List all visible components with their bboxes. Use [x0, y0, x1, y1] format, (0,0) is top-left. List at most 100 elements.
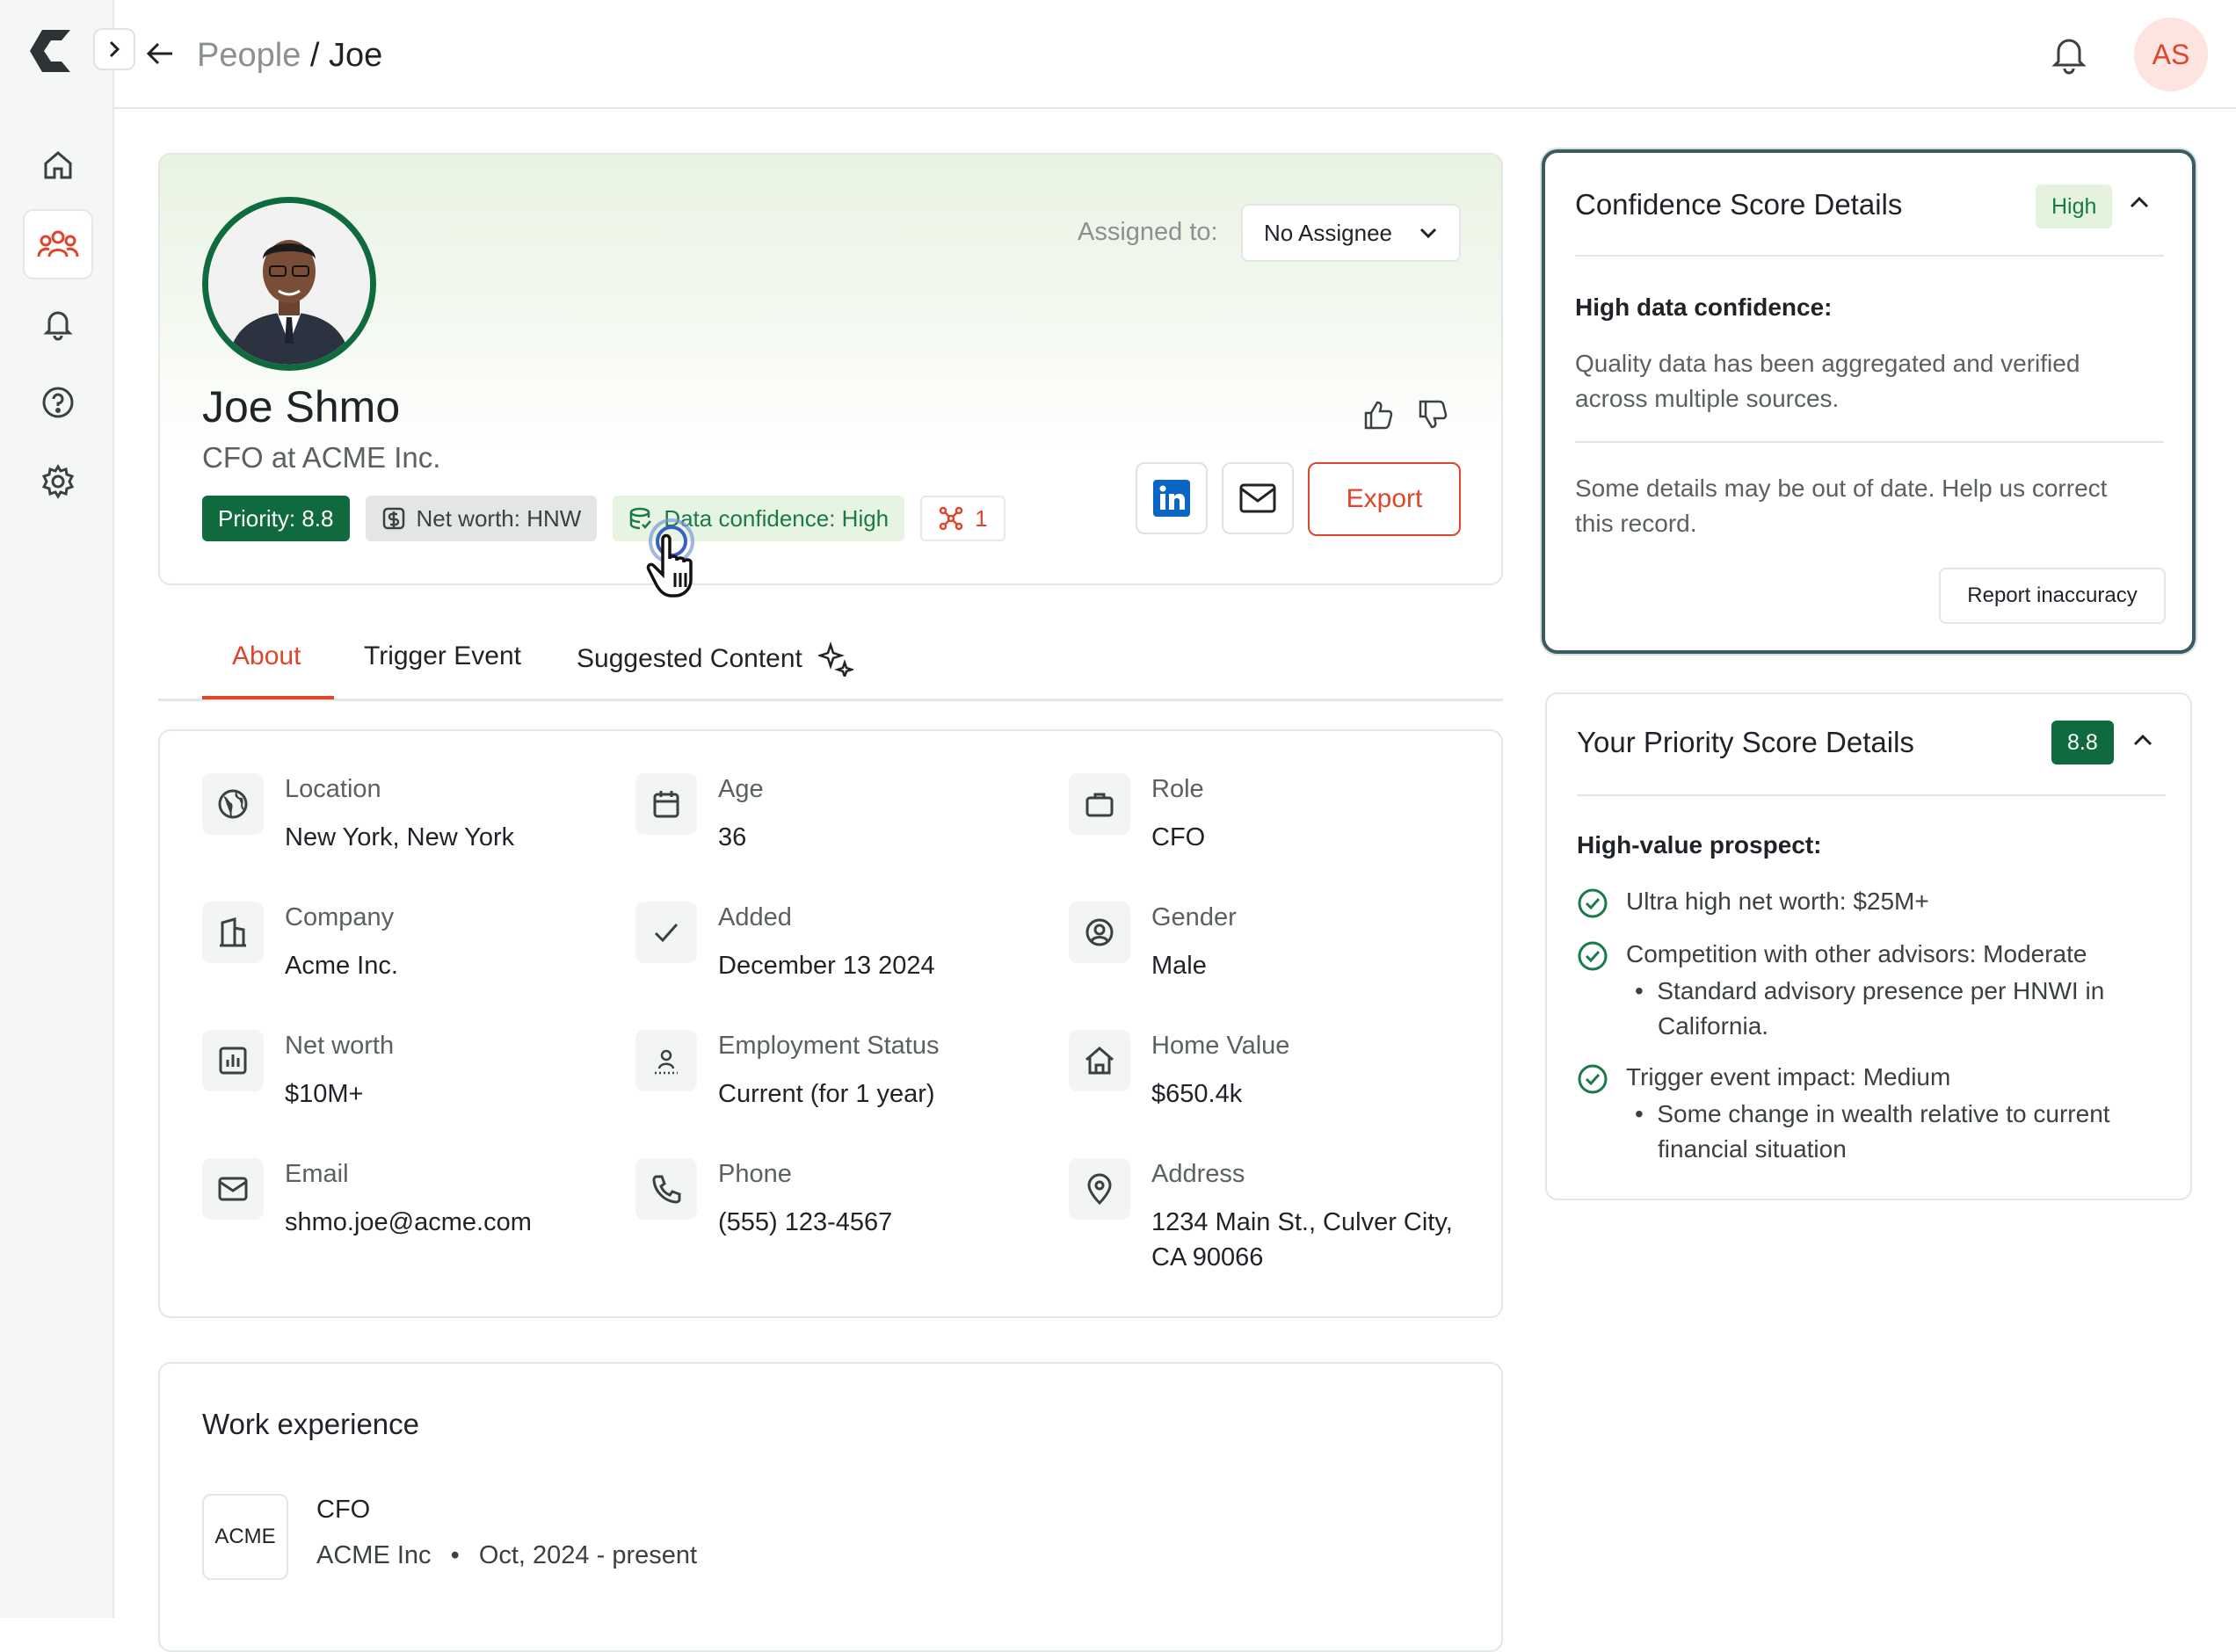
- assignee-value: No Assignee: [1264, 219, 1392, 246]
- assignee-dropdown[interactable]: No Assignee: [1241, 204, 1461, 262]
- field-label: Company: [285, 903, 395, 931]
- email-button[interactable]: [1222, 462, 1294, 534]
- connections-badge[interactable]: 1: [920, 496, 1005, 541]
- field-label: Location: [285, 775, 381, 803]
- thumbs-up-icon[interactable]: [1362, 399, 1394, 431]
- divider: [1577, 794, 2166, 796]
- field-company: Company Acme Inc.: [202, 902, 398, 983]
- company-logo: ACME: [202, 1494, 288, 1580]
- person-icon: [635, 1030, 697, 1091]
- chevron-up-icon[interactable]: [2129, 195, 2150, 209]
- globe-icon: [202, 773, 264, 835]
- breadcrumb: People / Joe: [197, 37, 382, 75]
- nav-home-icon[interactable]: [23, 130, 93, 200]
- connections-badge-count: 1: [975, 504, 988, 532]
- building-icon: [202, 902, 264, 963]
- confidence-text: Quality data has been aggregated and ver…: [1575, 346, 2080, 417]
- profile-badges: Priority: 8.8 Net worth: HNW Data confid…: [202, 496, 1005, 541]
- nav-people-icon[interactable]: [23, 209, 93, 279]
- field-label: Role: [1151, 775, 1204, 803]
- field-value[interactable]: shmo.joe@acme.com: [285, 1205, 532, 1240]
- confidence-pill: High: [2036, 185, 2113, 228]
- home-icon: [1069, 1030, 1130, 1091]
- work-experience-card: Work experience ACME CFO ACME Inc • Oct,…: [158, 1362, 1503, 1652]
- thumbs-down-icon[interactable]: [1417, 399, 1448, 431]
- field-label: Phone: [718, 1160, 792, 1188]
- net-worth-badge[interactable]: Net worth: HNW: [365, 496, 598, 541]
- priority-sub-text: Some change in wealth relative to curren…: [1657, 1100, 2110, 1127]
- top-header: People / Joe AS: [114, 0, 2236, 109]
- linkedin-icon: [1153, 480, 1190, 517]
- priority-sub-text: financial situation: [1658, 1135, 1847, 1163]
- profile-name: Joe Shmo: [202, 382, 401, 431]
- field-employment-status: Employment Status Current (for 1 year): [635, 1030, 939, 1112]
- network-icon: [939, 506, 963, 531]
- field-age: Age 36: [635, 773, 764, 855]
- field-label: Added: [718, 903, 792, 931]
- app-logo[interactable]: [26, 28, 76, 74]
- address-line-2: CA 90066: [1151, 1243, 1264, 1272]
- notifications-bell-icon[interactable]: [2050, 33, 2088, 76]
- profile-card: Joe Shmo CFO at ACME Inc. Priority: 8.8 …: [158, 153, 1503, 585]
- confidence-text-line: across multiple sources.: [1575, 385, 1840, 412]
- field-value: 36: [718, 823, 747, 851]
- profile-tabs: About Trigger Event Suggested Content: [158, 629, 1503, 701]
- breadcrumb-separator: /: [309, 37, 320, 74]
- nav-bell-icon[interactable]: [23, 288, 93, 359]
- priority-sub-text: Standard advisory presence per HNWI in: [1657, 977, 2105, 1004]
- job-period: Oct, 2024 - present: [478, 1541, 698, 1569]
- field-value: New York, New York: [285, 823, 515, 851]
- job-separator: •: [450, 1541, 460, 1569]
- nav-help-icon[interactable]: [23, 367, 93, 438]
- tab-about[interactable]: About: [232, 641, 301, 671]
- correction-text-line: this record.: [1575, 510, 1697, 537]
- nav-settings-icon[interactable]: [23, 446, 93, 517]
- user-avatar[interactable]: AS: [2134, 18, 2208, 91]
- field-value: Acme Inc.: [285, 952, 398, 980]
- bullet: •: [1635, 977, 1644, 1004]
- profile-photo: [202, 197, 376, 371]
- tab-suggested-content[interactable]: Suggested Content: [577, 641, 853, 677]
- back-arrow-icon[interactable]: [146, 40, 174, 67]
- priority-pill: 8.8: [2051, 721, 2114, 764]
- tab-trigger-event[interactable]: Trigger Event: [364, 641, 521, 671]
- pointer-cursor-icon: [640, 504, 701, 603]
- chevron-up-icon[interactable]: [2132, 733, 2153, 747]
- field-added: Added December 13 2024: [635, 902, 935, 983]
- field-label: Gender: [1151, 903, 1237, 931]
- field-label: Net worth: [285, 1032, 395, 1060]
- user-circle-icon: [1069, 902, 1130, 963]
- field-label: Email: [285, 1160, 349, 1188]
- dollar-icon: [382, 507, 404, 530]
- field-address: Address 1234 Main St., Culver City, CA 900…: [1069, 1158, 1453, 1275]
- chevron-down-icon: [1419, 228, 1437, 239]
- pin-icon: [1069, 1158, 1130, 1220]
- phone-icon: [635, 1158, 697, 1220]
- field-value: Male: [1151, 952, 1207, 980]
- priority-badge[interactable]: Priority: 8.8: [202, 496, 350, 541]
- field-value: CFO: [1151, 823, 1206, 851]
- feedback-buttons: [1362, 399, 1448, 431]
- report-inaccuracy-button[interactable]: Report inaccuracy: [1939, 568, 2166, 624]
- linkedin-button[interactable]: [1136, 462, 1208, 534]
- bullet: •: [1635, 1100, 1644, 1127]
- field-value: Current (for 1 year): [718, 1080, 935, 1108]
- chart-icon: [202, 1030, 264, 1091]
- confidence-text-line: Quality data has been aggregated and ver…: [1575, 350, 2080, 377]
- field-value[interactable]: (555) 123-4567: [718, 1205, 892, 1240]
- field-label: Age: [718, 775, 764, 803]
- breadcrumb-parent[interactable]: People: [197, 37, 301, 74]
- field-phone: Phone (555) 123-4567: [635, 1158, 892, 1240]
- check-circle-icon: [1578, 1064, 1608, 1094]
- confidence-panel-title: Confidence Score Details: [1575, 188, 1903, 221]
- priority-heading: High-value prospect:: [1577, 831, 1822, 859]
- priority-sub-item: • Standard advisory presence per HNWI in…: [1635, 974, 2104, 1044]
- check-icon: [635, 902, 697, 963]
- divider: [1575, 441, 2164, 443]
- field-label: Home Value: [1151, 1032, 1290, 1060]
- export-button[interactable]: Export: [1308, 462, 1461, 536]
- assigned-label: Assigned to:: [1078, 218, 1218, 246]
- field-email: Email shmo.joe@acme.com: [202, 1158, 532, 1240]
- priority-sub-text: California.: [1658, 1012, 1769, 1040]
- tab-suggested-content-label: Suggested Content: [577, 644, 802, 673]
